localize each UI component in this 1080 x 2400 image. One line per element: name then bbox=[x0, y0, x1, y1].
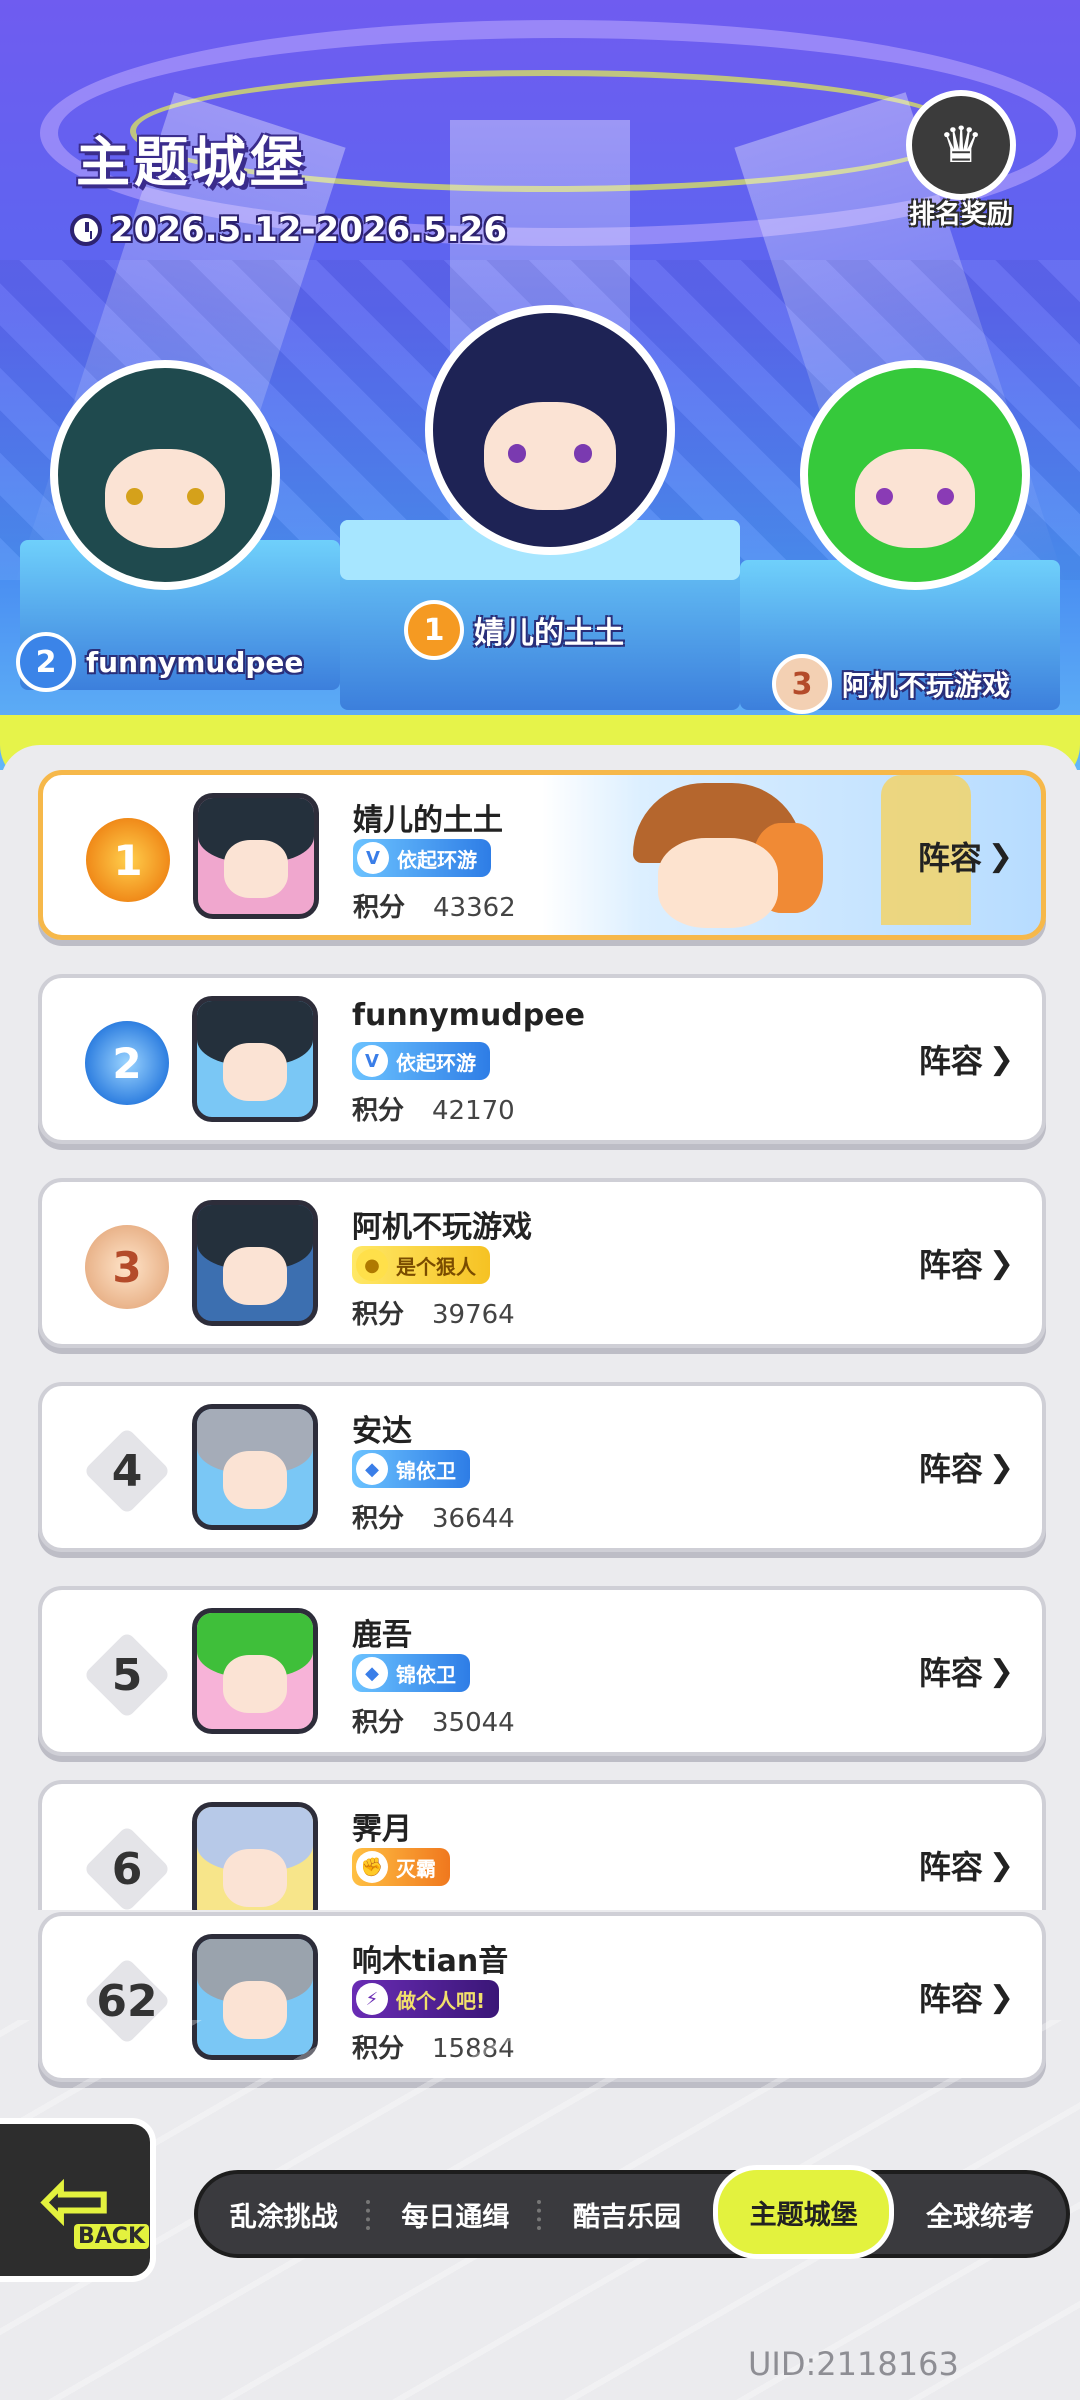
leaderboard-row[interactable]: 2 funnymudpee V 依起环游 积分 42170 阵容 ❯ bbox=[38, 974, 1046, 1144]
lineup-button[interactable]: 阵容 ❯ bbox=[919, 1648, 1014, 1694]
leaderboard-row[interactable]: 5 鹿吾 ◆ 锦依卫 积分 35044 阵容 ❯ bbox=[38, 1586, 1046, 1756]
rank-badge: 2 bbox=[16, 632, 76, 692]
back-button[interactable]: ⇦ BACK bbox=[0, 2118, 156, 2282]
leaderboard-row[interactable]: 6 霁月 ✊ 灭霸 阵容 ❯ bbox=[38, 1780, 1046, 1910]
score: 积分 42170 bbox=[352, 1096, 515, 1126]
podium-character-third[interactable] bbox=[800, 360, 1030, 590]
card-decoration-character bbox=[603, 783, 833, 933]
chevron-right-icon: ❯ bbox=[988, 1041, 1014, 1077]
player-name: 霁月 bbox=[352, 1812, 412, 1847]
chevron-right-icon: ❯ bbox=[987, 838, 1013, 874]
fist-icon: ✊ bbox=[356, 1851, 388, 1883]
avatar[interactable] bbox=[192, 1200, 318, 1326]
rank-medal-gold: 1 bbox=[81, 813, 175, 907]
leaderboard-row[interactable]: 4 安达 ◆ 锦依卫 积分 36644 阵容 ❯ bbox=[38, 1382, 1046, 1552]
lineup-button[interactable]: 阵容 ❯ bbox=[919, 1974, 1014, 2020]
podium-label-third: 3 阿机不玩游戏 bbox=[772, 654, 1010, 714]
rank-number: 5 bbox=[82, 1630, 172, 1720]
hero-banner: 主题城堡 2026.5.12-2026.5.26 ♛ 排名奖励 2 funnym… bbox=[0, 0, 1080, 770]
player-name: 鹿吾 bbox=[352, 1618, 412, 1653]
lineup-button[interactable]: 阵容 ❯ bbox=[919, 1444, 1014, 1490]
tab-daily-wanted[interactable]: 每日通缉 bbox=[370, 2174, 542, 2254]
avatar[interactable] bbox=[192, 996, 318, 1122]
podium-character-first[interactable] bbox=[425, 305, 675, 555]
bottom-tab-bar: 乱涂挑战 每日通缉 酷吉乐园 主题城堡 全球统考 bbox=[194, 2165, 1070, 2259]
helmet-icon: ◆ bbox=[356, 1453, 388, 1485]
chevron-right-icon: ❯ bbox=[988, 1653, 1014, 1689]
player-name: 婧儿的土土 bbox=[353, 803, 503, 838]
player-title-badge: V 依起环游 bbox=[353, 839, 491, 877]
leaderboard-row-partial: 6 霁月 ✊ 灭霸 阵容 ❯ bbox=[38, 1780, 1046, 1910]
lineup-button[interactable]: 阵容 ❯ bbox=[919, 1036, 1014, 1082]
tab-global-exam[interactable]: 全球统考 bbox=[894, 2174, 1066, 2254]
avatar[interactable] bbox=[192, 1802, 318, 1910]
rank-badge: 1 bbox=[404, 600, 464, 660]
v-badge-icon: V bbox=[356, 1045, 388, 1077]
chevron-right-icon: ❯ bbox=[988, 1449, 1014, 1485]
player-name: 安达 bbox=[352, 1414, 412, 1449]
score: 积分 39764 bbox=[352, 1300, 515, 1330]
date-range-text: 2026.5.12-2026.5.26 bbox=[110, 210, 507, 250]
ranking-reward-label: 排名奖励 bbox=[908, 200, 1013, 230]
back-label: BACK bbox=[74, 2224, 149, 2249]
podium-label-second: 2 funnymudpee bbox=[16, 632, 303, 692]
tab-theme-castle[interactable]: 主题城堡 bbox=[712, 2165, 895, 2259]
v-badge-icon: V bbox=[357, 842, 389, 874]
lineup-button[interactable]: 阵容 ❯ bbox=[918, 833, 1013, 879]
player-title-badge: ✊ 灭霸 bbox=[352, 1848, 450, 1886]
player-title-badge: ◆ 锦依卫 bbox=[352, 1450, 470, 1488]
lineup-button[interactable]: 阵容 ❯ bbox=[919, 1842, 1014, 1888]
helmet-icon: ◆ bbox=[356, 1657, 388, 1689]
podium-name: 阿机不玩游戏 bbox=[842, 669, 1011, 702]
podium-character-second[interactable] bbox=[50, 360, 280, 590]
player-title-badge: V 依起环游 bbox=[352, 1042, 490, 1080]
rank-medal-bronze: 3 bbox=[80, 1220, 174, 1314]
chevron-right-icon: ❯ bbox=[988, 1979, 1014, 2015]
score: 积分 43362 bbox=[353, 893, 516, 923]
player-title-badge: ⚡ 做个人吧! bbox=[352, 1980, 500, 2018]
podium-name: funnymudpee bbox=[86, 645, 304, 679]
clock-icon bbox=[70, 214, 102, 246]
score: 积分 36644 bbox=[352, 1504, 515, 1534]
player-name: 响木tian音 bbox=[352, 1944, 509, 1979]
rank-number: 4 bbox=[82, 1426, 172, 1516]
player-title-badge: ● 是个狠人 bbox=[352, 1246, 490, 1284]
chick-icon: ● bbox=[356, 1249, 388, 1281]
bolt-icon: ⚡ bbox=[356, 1983, 388, 2015]
player-title-badge: ◆ 锦依卫 bbox=[352, 1654, 470, 1692]
avatar[interactable] bbox=[192, 1608, 318, 1734]
leaderboard-row[interactable]: 3 阿机不玩游戏 ● 是个狠人 积分 39764 阵容 ❯ bbox=[38, 1178, 1046, 1348]
avatar[interactable] bbox=[192, 1404, 318, 1530]
rank-medal-silver: 2 bbox=[80, 1016, 174, 1110]
rank-badge: 3 bbox=[772, 654, 832, 714]
user-id: UID:2118163 bbox=[748, 2345, 959, 2383]
leaderboard-row[interactable]: 1 婧儿的土土 V 依起环游 积分 43362 阵容 ❯ bbox=[38, 770, 1046, 940]
tab-doodle-challenge[interactable]: 乱涂挑战 bbox=[198, 2174, 370, 2254]
chevron-right-icon: ❯ bbox=[988, 1245, 1014, 1281]
avatar[interactable] bbox=[193, 793, 319, 919]
chevron-right-icon: ❯ bbox=[988, 1847, 1014, 1883]
score: 积分 35044 bbox=[352, 1708, 515, 1738]
page-title: 主题城堡 bbox=[76, 131, 308, 194]
podium-name: 婧儿的土土 bbox=[474, 616, 624, 651]
trophy-shield-icon: ♛ bbox=[906, 90, 1016, 200]
event-date-range: 2026.5.12-2026.5.26 bbox=[70, 210, 507, 250]
tab-kuji-park[interactable]: 酷吉乐园 bbox=[541, 2174, 713, 2254]
ranking-reward-button[interactable]: ♛ 排名奖励 bbox=[896, 90, 1026, 240]
rank-number: 6 bbox=[82, 1824, 172, 1910]
lineup-button[interactable]: 阵容 ❯ bbox=[919, 1240, 1014, 1286]
player-name: 阿机不玩游戏 bbox=[352, 1210, 532, 1245]
player-name: funnymudpee bbox=[352, 998, 585, 1033]
podium-label-first: 1 婧儿的土土 bbox=[404, 600, 624, 660]
